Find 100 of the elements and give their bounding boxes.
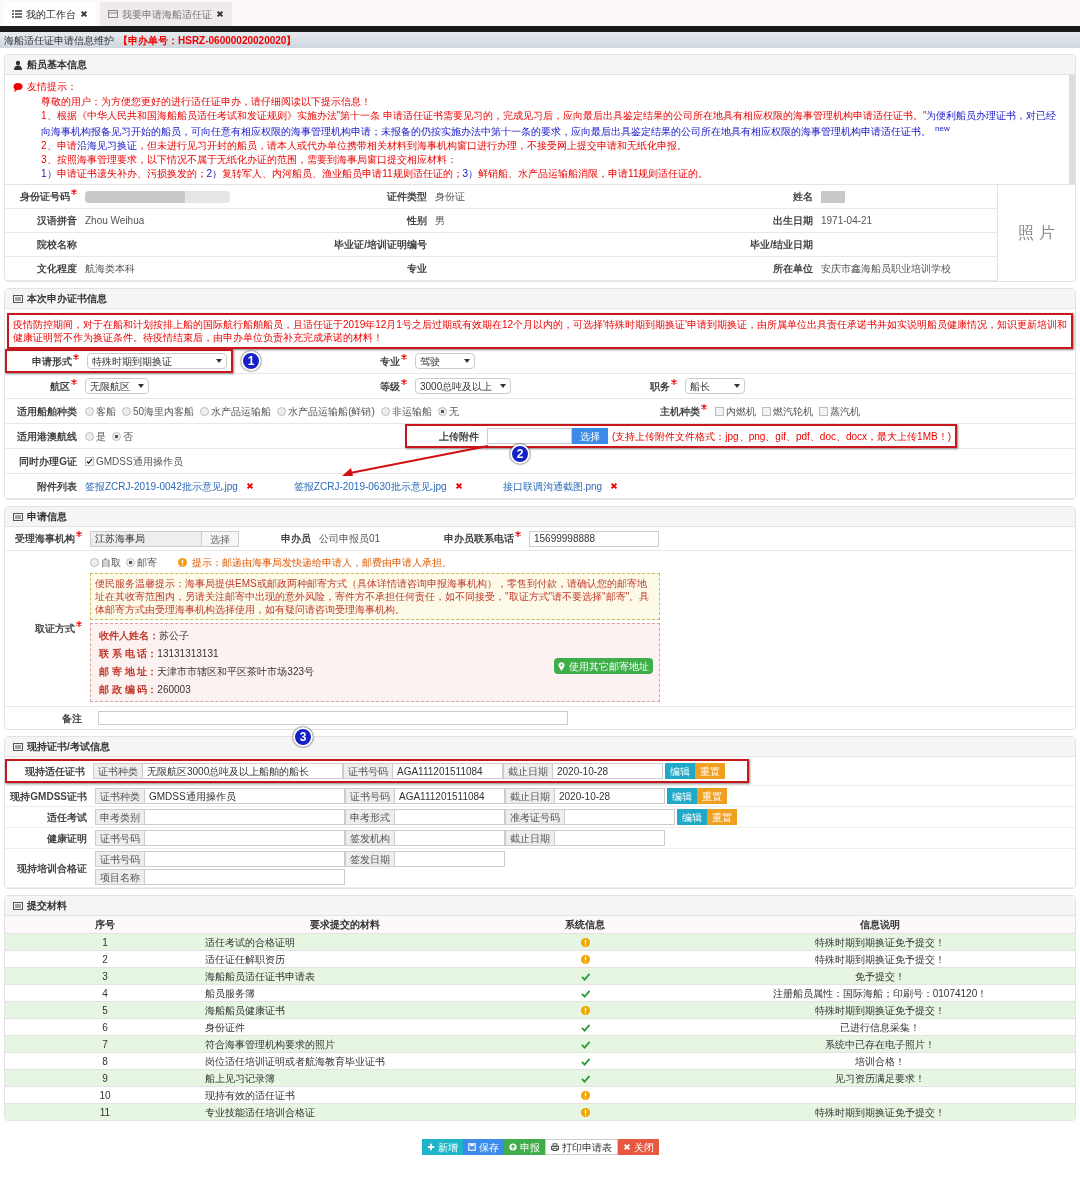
table-cell-text: 8 <box>102 1054 108 1069</box>
checkbox[interactable] <box>819 406 828 416</box>
input-field[interactable]: 15699998888 <box>529 530 659 547</box>
table-cell-text: 船员服务簿 <box>205 986 255 1001</box>
input-field[interactable]: 2020-10-28 <box>553 763 663 780</box>
remark-field[interactable] <box>98 711 568 726</box>
input-field[interactable] <box>395 830 505 847</box>
pickup-tip: 提示：邮递由海事局发快递给申请人，邮费由申请人承担。 <box>192 556 452 571</box>
photo-field[interactable]: 照 片 <box>997 185 1075 282</box>
option-label: 内燃机 <box>726 404 756 419</box>
checkbox[interactable] <box>715 406 724 416</box>
table-cell-text: 特殊时期到期换证免予提交！ <box>815 1105 945 1120</box>
field-label: 专业 <box>380 354 400 369</box>
table-cell-text: 6 <box>102 1020 108 1035</box>
delete-icon[interactable] <box>610 482 619 491</box>
radio-button[interactable] <box>277 406 287 416</box>
upload-hint: (支持上传附件文件格式：jpg、png、gif、pdf、doc、docx，最大上传1MB！) <box>611 429 951 444</box>
required-icon <box>76 621 82 628</box>
table-cell-text: 4 <box>102 986 108 1001</box>
option-label: 水产品运输船 <box>211 404 272 419</box>
input-field[interactable]: AGA111201511084 <box>393 763 503 780</box>
select-field[interactable]: 3000总吨及以上 <box>415 378 512 395</box>
input-field[interactable] <box>145 851 345 868</box>
field-label: 所在单位 <box>773 262 813 277</box>
table-cell-text: 船上见习记录簿 <box>205 1071 275 1086</box>
plus-icon <box>426 1143 435 1152</box>
radio-button[interactable] <box>122 406 131 416</box>
select-field[interactable]: 无限航区 <box>85 378 149 395</box>
table-cell-text: 海船船员健康证书 <box>205 1003 285 1018</box>
close-icon[interactable] <box>216 10 224 18</box>
input-field[interactable] <box>555 830 665 847</box>
close-button[interactable]: 关闭 <box>617 1139 659 1156</box>
required-icon <box>76 531 82 538</box>
section-title: 申请信息 <box>27 510 67 525</box>
input-label: 证书种类 <box>95 788 145 805</box>
checkbox[interactable] <box>762 406 771 416</box>
input-field[interactable]: 2020-10-28 <box>555 788 665 805</box>
input-field[interactable] <box>145 830 345 847</box>
input-label: 证书号码 <box>345 788 395 805</box>
save-button[interactable]: 保存 <box>462 1139 504 1156</box>
option-label: 自取 <box>101 556 121 571</box>
file-link[interactable]: 接口联调沟通截图.png <box>502 478 603 494</box>
delete-icon[interactable] <box>245 482 254 491</box>
input-label: 截止日期 <box>505 788 555 805</box>
table-cell-text: 海船船员适任证书申请表 <box>205 969 315 984</box>
delete-icon[interactable] <box>454 482 463 491</box>
print-button[interactable]: 打印申请表 <box>544 1139 618 1156</box>
warning-icon <box>580 1107 590 1117</box>
field-label: 证件类型 <box>387 190 427 205</box>
input-label: 证书种类 <box>93 763 143 780</box>
window-icon <box>108 9 118 19</box>
radio-button[interactable] <box>90 558 99 568</box>
option-label: 水产品运输船(鲜销) <box>288 404 375 419</box>
field-label: 姓名 <box>793 190 813 205</box>
tab[interactable]: 我的工作台 <box>4 2 96 26</box>
table-cell-text: 注册船员属性：国际海船；印刷号：01074120！ <box>772 986 988 1001</box>
input-field[interactable]: AGA111201511084 <box>395 788 505 805</box>
field-label: 现持GMDSS证书 <box>9 789 88 804</box>
field-label: 性别 <box>407 214 427 229</box>
radio-button[interactable] <box>200 406 210 416</box>
field-value: 安庆市鑫海船员职业培训学校 <box>821 262 951 277</box>
input-label: 项目名称 <box>95 869 145 886</box>
input-field[interactable] <box>395 851 505 868</box>
field-label: 受理海事机构 <box>15 532 75 547</box>
input-label: 证书号码 <box>95 851 145 868</box>
field-label: 申请形式 <box>32 354 72 369</box>
file-input[interactable] <box>487 428 572 445</box>
select-button[interactable]: 选择 <box>572 428 608 445</box>
select-field[interactable]: 特殊时期到期换证 <box>87 353 227 370</box>
radio-button[interactable] <box>437 406 447 416</box>
input-label: 截止日期 <box>505 830 555 847</box>
address-value: 13131313131 <box>157 647 219 662</box>
table-cell-text: 5 <box>102 1003 108 1018</box>
input-field[interactable]: GMDSS通用操作员 <box>145 788 345 805</box>
close-icon[interactable] <box>80 10 88 18</box>
table-cell-text: 适任证任解职资历 <box>205 952 285 967</box>
input-field[interactable]: 无限航区3000总吨及以上船舶的船长 <box>143 763 343 780</box>
input-field[interactable] <box>395 809 505 826</box>
file-link[interactable]: 签报ZCRJ-2019-0042批示意见.jpg <box>85 478 238 494</box>
radio-button[interactable] <box>126 558 135 568</box>
field-label: 同时办理G证 <box>19 454 77 469</box>
input-field[interactable] <box>145 809 345 826</box>
radio-button[interactable] <box>380 406 390 416</box>
table-cell-text: 符合海事管理机构要求的照片 <box>205 1037 335 1052</box>
tab[interactable]: 我要申请海船适任证 <box>100 2 232 26</box>
notice-title: 友情提示： <box>27 80 77 94</box>
option-label: 无 <box>448 404 459 419</box>
select-field[interactable]: 驾驶 <box>415 353 475 370</box>
field-label: 申办员 <box>281 532 311 547</box>
field-value: 1971-04-21 <box>821 214 873 229</box>
section-icon <box>13 900 23 911</box>
radio-button[interactable] <box>85 406 94 416</box>
radio-button[interactable] <box>112 431 121 441</box>
checkbox[interactable] <box>85 456 94 466</box>
select-field[interactable]: 船长 <box>685 378 745 395</box>
radio-button[interactable] <box>85 431 94 441</box>
input-field[interactable] <box>145 869 345 886</box>
input-label: 证书号码 <box>343 763 393 780</box>
file-link[interactable]: 签报ZCRJ-2019-0630批示意见.jpg <box>293 478 447 494</box>
input-field[interactable] <box>565 809 675 826</box>
